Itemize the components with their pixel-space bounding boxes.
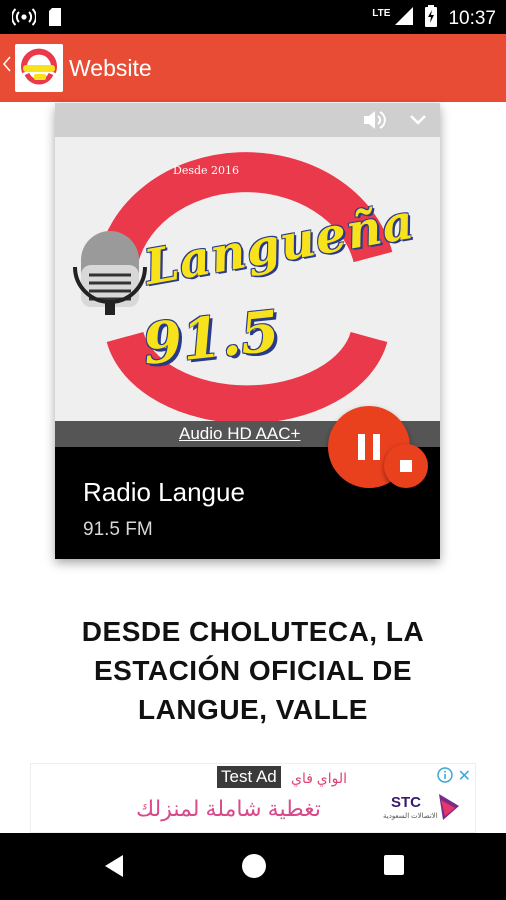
test-ad-label: Test Ad: [217, 766, 281, 788]
ad-tagline: تغطية شاملة لمنزلك: [136, 796, 321, 821]
clock: 10:37: [448, 7, 496, 29]
stc-brand: STC: [391, 794, 421, 811]
navigation-bar: [0, 833, 506, 900]
hotspot-icon: [11, 7, 37, 32]
volume-icon[interactable]: [362, 108, 388, 137]
network-type: LTE: [372, 8, 391, 19]
sd-card-icon: [48, 7, 62, 32]
stop-button[interactable]: [384, 444, 428, 488]
app-logo[interactable]: [15, 44, 63, 92]
app-bar: Website: [0, 34, 506, 102]
description-line: ESTACIÓN OFICIAL DE: [93, 655, 413, 686]
player-controls-bar: [55, 103, 440, 137]
station-name: Radio Langue: [83, 477, 245, 507]
ad-info-icon[interactable]: [437, 767, 453, 788]
battery-icon: [424, 5, 438, 32]
status-bar: LTE 10:37: [0, 0, 506, 34]
player-card: Desde 2016 Langueña 91.5 Audio HD AAC+ R…: [55, 103, 440, 559]
ad-close-icon[interactable]: ✕: [458, 766, 471, 786]
stop-icon: [400, 460, 412, 472]
station-description: DESDE CHOLUTECA, LA ESTACIÓN OFICIAL DE …: [20, 612, 486, 729]
pause-icon: [358, 434, 365, 460]
audio-quality-link[interactable]: Audio HD AAC+: [179, 424, 300, 444]
recents-icon[interactable]: [383, 854, 405, 881]
stc-logo: STC الاتصالات السعودية: [381, 790, 461, 831]
home-icon[interactable]: [241, 853, 267, 884]
station-artwork: Desde 2016 Langueña 91.5: [55, 137, 440, 421]
back-icon[interactable]: [103, 853, 125, 884]
station-frequency: 91.5 FM: [83, 519, 153, 540]
description-line: LANGUE, VALLE: [138, 694, 368, 725]
ad-banner[interactable]: الواي فاي تغطية شاملة لمنزلك Test Ad ✕ S…: [30, 763, 476, 833]
description-line: DESDE CHOLUTECA, LA: [81, 616, 425, 647]
stc-brand-sub: الاتصالات السعودية: [383, 813, 438, 820]
app-bar-title: Website: [69, 55, 152, 81]
ad-headline: الواي فاي: [291, 770, 348, 786]
logo-since-text: Desde 2016: [173, 164, 240, 177]
signal-icon: [394, 6, 414, 31]
chevron-down-icon[interactable]: [408, 109, 428, 134]
back-chevron-icon[interactable]: [3, 56, 11, 77]
